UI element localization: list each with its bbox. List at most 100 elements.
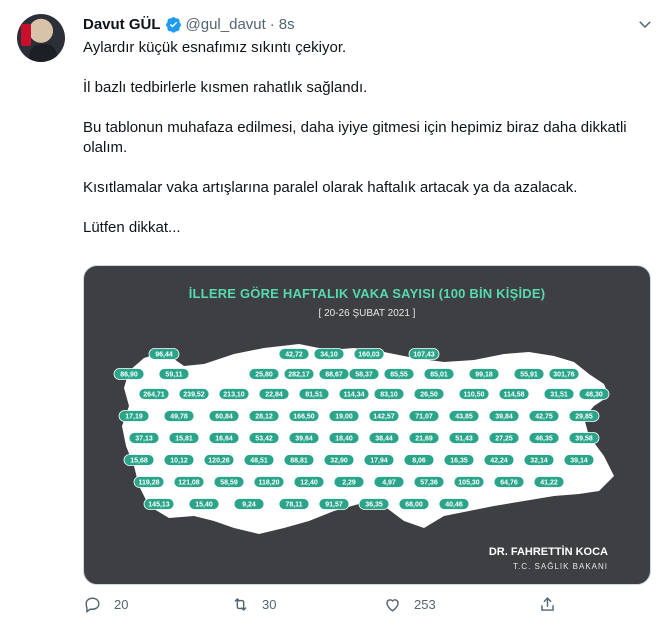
province-value: 25,80 xyxy=(255,372,273,379)
province-badge: 16,64 xyxy=(208,432,240,444)
province-badge: 46,35 xyxy=(528,432,560,444)
province-value: 105,30 xyxy=(458,480,480,487)
province-value: 37,13 xyxy=(135,436,153,443)
author-handle[interactable]: @gul_davut xyxy=(186,16,266,33)
province-badge: 36,35 xyxy=(358,498,390,510)
province-badge: 15,68 xyxy=(123,454,155,466)
province-value: 91,57 xyxy=(325,502,343,509)
reply-icon xyxy=(85,597,100,614)
chevron-down-icon[interactable] xyxy=(636,15,654,33)
map-title: İLLERE GÖRE HAFTALIK VAKA SAYISI (100 Bİ… xyxy=(188,286,546,301)
avatar[interactable] xyxy=(17,14,65,62)
province-value: 26,50 xyxy=(420,392,438,399)
province-value: 58,37 xyxy=(355,372,373,379)
author-name[interactable]: Davut GÜL xyxy=(83,16,161,33)
province-badge: 17,94 xyxy=(363,454,395,466)
like-button[interactable]: 253 xyxy=(383,595,436,614)
province-value: 78,11 xyxy=(285,502,302,509)
province-value: 301,76 xyxy=(553,372,575,379)
province-badge: 114,34 xyxy=(338,388,370,400)
province-value: 160,03 xyxy=(358,352,380,359)
province-value: 88,67 xyxy=(325,372,343,379)
province-value: 39,64 xyxy=(295,436,313,443)
province-badge: 264,71 xyxy=(138,388,170,400)
province-badge: 107,43 xyxy=(408,348,440,360)
province-value: 17,94 xyxy=(370,458,388,465)
province-badge: 105,30 xyxy=(453,476,485,488)
province-badge: 57,36 xyxy=(413,476,445,488)
province-badge: 15,40 xyxy=(188,498,220,510)
province-badge: 282,17 xyxy=(283,368,315,380)
province-value: 64,76 xyxy=(500,480,518,487)
province-badge: 22,84 xyxy=(258,388,290,400)
province-value: 15,81 xyxy=(175,436,193,443)
province-value: 38,44 xyxy=(375,436,393,443)
timestamp[interactable]: 8s xyxy=(279,16,295,33)
flag-icon xyxy=(21,24,31,46)
province-value: 145,13 xyxy=(148,502,170,509)
province-badge: 41,22 xyxy=(533,476,565,488)
province-badge: 16,35 xyxy=(443,454,475,466)
province-value: 39,14 xyxy=(570,458,588,465)
tweet-actions: 20 30 253 xyxy=(83,595,563,619)
province-badge: 239,52 xyxy=(178,388,210,400)
province-badge: 2,29 xyxy=(333,476,365,488)
province-value: 239,52 xyxy=(183,392,205,399)
province-value: 15,40 xyxy=(195,502,213,509)
province-value: 121,08 xyxy=(178,480,200,487)
province-badge: 91,57 xyxy=(318,498,350,510)
province-value: 119,28 xyxy=(138,480,159,487)
reply-button[interactable]: 20 xyxy=(83,595,128,614)
province-badge: 32,14 xyxy=(523,454,555,466)
province-badge: 31,51 xyxy=(543,388,575,400)
tweet[interactable]: Davut GÜL @gul_davut · 8s Aylardır küçük… xyxy=(0,0,668,633)
tweet-paragraph: Bu tablonun muhafaza edilmesi, daha iyiy… xyxy=(83,119,627,156)
province-badge: 71,07 xyxy=(408,410,440,422)
province-badge: 85,55 xyxy=(383,368,415,380)
province-badge: 37,13 xyxy=(128,432,160,444)
province-value: 118,20 xyxy=(258,480,279,487)
province-badge: 119,28 xyxy=(133,476,165,488)
province-badge: 58,37 xyxy=(348,368,380,380)
province-value: 22,84 xyxy=(265,392,283,399)
share-button[interactable] xyxy=(538,595,569,614)
province-value: 9,24 xyxy=(242,502,256,509)
province-value: 42,75 xyxy=(535,414,553,421)
province-badge: 39,58 xyxy=(568,432,600,444)
province-badge: 142,57 xyxy=(368,410,400,422)
province-badge: 118,20 xyxy=(253,476,285,488)
tweet-paragraph: Kısıtlamalar vaka artışlarına paralel ol… xyxy=(83,179,578,196)
heart-icon xyxy=(386,599,399,612)
province-badge: 4,97 xyxy=(373,476,405,488)
province-badge: 60,84 xyxy=(208,410,240,422)
province-badge: 145,13 xyxy=(143,498,175,510)
province-badge: 42,24 xyxy=(483,454,515,466)
province-badge: 18,40 xyxy=(328,432,360,444)
province-value: 53,42 xyxy=(255,436,273,443)
province-value: 8,06 xyxy=(412,458,426,465)
province-badge: 114,58 xyxy=(498,388,530,400)
province-value: 58,59 xyxy=(220,480,238,487)
province-badge: 12,40 xyxy=(293,476,325,488)
tweet-paragraph: İl bazlı tedbirlerle kısmen rahatlık sağ… xyxy=(83,79,368,96)
province-badge: 42,72 xyxy=(278,348,310,360)
province-badge: 10,12 xyxy=(163,454,195,466)
province-value: 86,90 xyxy=(120,372,138,379)
province-badge: 48,30 xyxy=(578,388,610,400)
province-value: 83,10 xyxy=(380,392,398,399)
province-badge: 88,67 xyxy=(318,368,350,380)
tweet-image[interactable]: 96,44 42,72 34,10 160,03 107,43 86,90 59,11 25,… xyxy=(83,265,651,585)
province-badge: 160,03 xyxy=(353,348,385,360)
province-value: 99,18 xyxy=(475,372,493,379)
province-value: 57,36 xyxy=(420,480,438,487)
province-badge: 8,06 xyxy=(403,454,435,466)
province-badge: 58,59 xyxy=(213,476,245,488)
retweet-button[interactable]: 30 xyxy=(231,595,276,614)
province-value: 40,46 xyxy=(445,502,463,509)
province-badge: 213,10 xyxy=(218,388,250,400)
province-badge: 88,81 xyxy=(283,454,315,466)
province-value: 68,00 xyxy=(405,502,423,509)
province-badge: 39,84 xyxy=(488,410,520,422)
province-value: 51,43 xyxy=(455,436,473,443)
province-badge: 53,42 xyxy=(248,432,280,444)
